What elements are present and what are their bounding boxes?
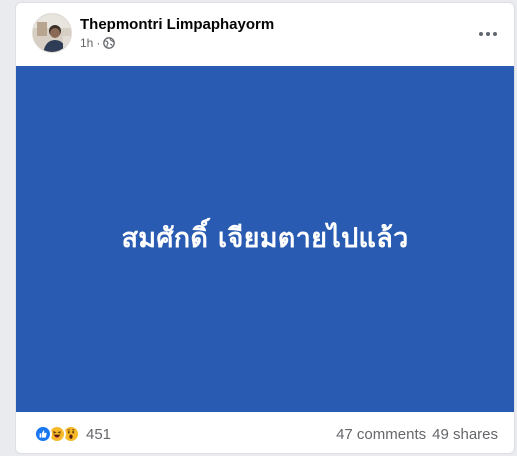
reactions-summary[interactable]: 451 bbox=[34, 425, 111, 443]
more-options-icon[interactable] bbox=[474, 20, 502, 48]
engagement-stats: 47 comments 49 shares bbox=[336, 426, 498, 443]
comments-count-link[interactable]: 47 comments bbox=[336, 426, 426, 443]
post-media-text: สมศักดิ์ เจียมตายไปแล้ว bbox=[121, 222, 409, 254]
author-name[interactable]: Thepmontri Limpaphayorm bbox=[80, 16, 274, 33]
post-footer: 451 47 comments 49 shares bbox=[16, 412, 514, 453]
post-meta: 1h · bbox=[80, 36, 116, 50]
avatar-image bbox=[33, 14, 71, 52]
globe-icon[interactable] bbox=[103, 37, 116, 49]
post-card: Thepmontri Limpaphayorm 1h · สมศักดิ์ เจ bbox=[15, 2, 515, 454]
reaction-count: 451 bbox=[86, 425, 112, 443]
like-reaction-icon bbox=[34, 425, 52, 443]
meta-separator: · bbox=[96, 36, 101, 50]
post-time[interactable]: 1h bbox=[80, 36, 93, 50]
post-media[interactable]: สมศักดิ์ เจียมตายไปแล้ว bbox=[16, 66, 514, 412]
shares-count-link[interactable]: 49 shares bbox=[432, 426, 498, 443]
author-avatar[interactable] bbox=[32, 13, 72, 53]
post-header: Thepmontri Limpaphayorm 1h · bbox=[16, 3, 514, 65]
